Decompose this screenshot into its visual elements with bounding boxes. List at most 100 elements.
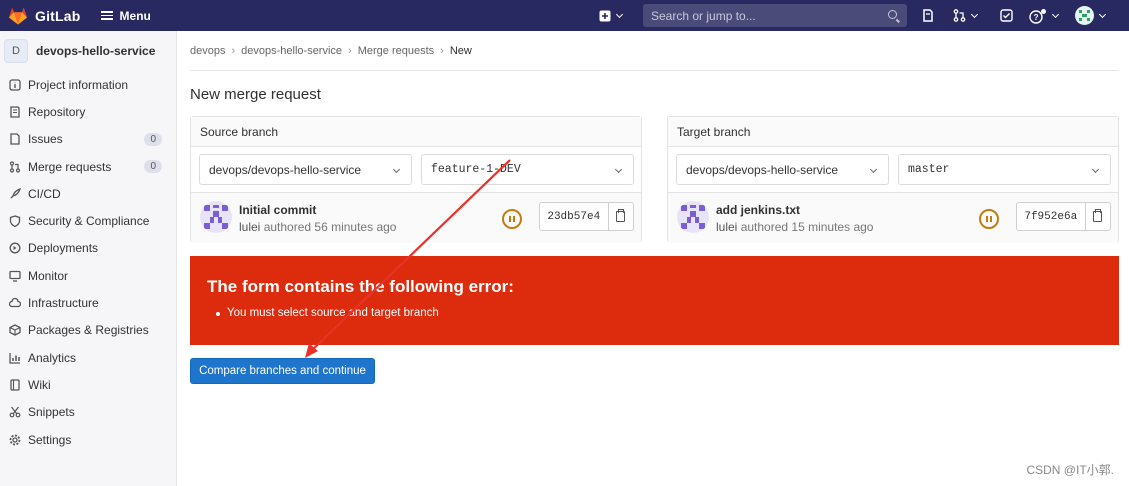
source-branch-select[interactable]: feature-1-DEV [421,154,634,185]
chevron-down-icon [970,10,979,18]
commit-meta: lulei authored 56 minutes ago [239,220,396,234]
breadcrumb-item-merge-requests[interactable]: Merge requests [358,45,434,57]
scissors-icon [9,406,21,418]
merge-request-icon [9,160,21,173]
watermark: CSDN @IT小郭. [1026,463,1114,477]
target-project-select[interactable]: devops/devops-hello-service [676,154,889,185]
commit-sha[interactable]: 7f952e6a [1017,203,1086,230]
sidebar-item-project-information[interactable]: Project information [0,71,176,98]
user-menu-button[interactable] [1075,0,1107,31]
error-heading: The form contains the following error: [207,277,514,296]
sidebar-item-packages-registries[interactable]: Packages & Registries [0,317,176,344]
user-avatar-icon [1075,6,1094,25]
sidebar-item-label: Issues [28,132,63,147]
target-branch-select[interactable]: master [898,154,1111,185]
page-title: New merge request [190,86,321,103]
sidebar-item-label: CI/CD [28,186,61,201]
sidebar-item-security-compliance[interactable]: Security & Compliance [0,207,176,234]
breadcrumb-item-group[interactable]: devops [190,45,225,57]
sidebar-item-wiki[interactable]: Wiki [0,371,176,398]
commit-author[interactable]: lulei [716,220,737,234]
target-project-value: devops/devops-hello-service [686,162,839,177]
commit-title[interactable]: add jenkins.txt [716,203,800,217]
sidebar-nav: Project information Repository Issues 0 M… [0,71,176,453]
gear-icon [9,434,21,445]
sidebar-item-label: Project information [28,77,129,92]
copy-sha-button[interactable] [609,203,633,230]
commit-sha[interactable]: 23db57e4 [540,203,609,230]
pipeline-paused-icon[interactable] [979,209,999,229]
sidebar-item-label: Wiki [28,377,51,392]
copy-sha-button[interactable] [1086,203,1110,230]
issues-icon [10,133,20,145]
source-branch-panel: Source branch devops/devops-hello-servic… [190,116,642,243]
chevron-down-icon [392,165,401,174]
gitlab-home-link[interactable]: GitLab [8,0,81,31]
issues-count-badge: 0 [144,132,162,146]
gitlab-logo-icon [9,7,27,24]
source-branch-value: feature-1-DEV [431,163,521,176]
help-button[interactable]: ? [1029,0,1060,31]
sidebar-item-label: Repository [28,104,86,119]
project-header[interactable]: D devops-hello-service [0,31,176,71]
chevron-down-icon [1091,165,1100,174]
sidebar-item-monitor[interactable]: Monitor [0,262,176,289]
commit-sha-group: 23db57e4 [539,202,634,231]
plus-square-icon [599,10,611,21]
commit-time: authored 15 minutes ago [740,220,874,234]
compare-branches-button[interactable]: Compare branches and continue [190,358,375,384]
commit-sha-group: 7f952e6a [1016,202,1111,231]
source-commit-row: Initial commit lulei authored 56 minutes… [191,192,641,243]
commit-author-avatar [200,201,232,233]
book-icon [10,379,20,391]
cloud-icon [9,297,21,308]
sidebar-item-analytics[interactable]: Analytics [0,344,176,371]
top-navbar: GitLab Menu Search or jump to... ? [0,0,1129,31]
sidebar-item-settings[interactable]: Settings [0,426,176,453]
commit-author[interactable]: lulei [239,220,260,234]
source-branch-header: Source branch [191,117,641,147]
menu-button[interactable]: Menu [100,9,151,23]
search-input[interactable]: Search or jump to... [643,4,907,27]
source-project-value: devops/devops-hello-service [209,162,362,177]
sidebar-item-infrastructure[interactable]: Infrastructure [0,289,176,316]
pipeline-paused-icon[interactable] [502,209,522,229]
help-icon: ? [1029,8,1046,24]
sidebar-item-issues[interactable]: Issues 0 [0,126,176,153]
chevron-down-icon [615,10,624,18]
new-dropdown-button[interactable] [599,0,624,31]
breadcrumb-item-project[interactable]: devops-hello-service [241,45,342,57]
merge-requests-count-badge: 0 [144,159,162,173]
breadcrumb-item-current: New [449,44,472,57]
todos-button[interactable] [1000,0,1013,31]
sidebar-item-snippets[interactable]: Snippets [0,399,176,426]
breadcrumb-separator-icon: › [440,44,444,57]
merge-requests-shortcut-button[interactable] [953,0,979,31]
sidebar-item-merge-requests[interactable]: Merge requests 0 [0,153,176,180]
sidebar-item-label: Deployments [28,241,99,256]
sidebar-item-repository[interactable]: Repository [0,98,176,125]
copy-icon [616,209,626,222]
source-project-select[interactable]: devops/devops-hello-service [199,154,412,185]
deployments-icon [9,242,21,254]
sidebar-item-cicd[interactable]: CI/CD [0,180,176,207]
hamburger-icon [100,11,113,20]
info-icon [9,78,21,91]
commit-title[interactable]: Initial commit [239,203,316,217]
monitor-icon [9,270,21,282]
app-name: GitLab [35,7,81,24]
breadcrumb: devops › devops-hello-service › Merge requ… [190,31,1119,71]
sidebar-item-deployments[interactable]: Deployments [0,235,176,262]
svg-text:?: ? [1034,13,1039,22]
rocket-icon [10,187,21,199]
todo-check-icon [1000,9,1013,22]
issues-shortcut-button[interactable] [922,0,934,31]
breadcrumb-separator-icon: › [348,44,352,57]
sidebar-item-label: Settings [28,432,72,447]
target-branch-header: Target branch [668,117,1118,147]
search-icon [888,10,897,19]
main-content: devops › devops-hello-service › Merge requ… [190,31,1119,384]
sidebar-item-label: Monitor [28,268,69,283]
repository-icon [10,106,20,118]
chevron-down-icon [1098,10,1107,18]
